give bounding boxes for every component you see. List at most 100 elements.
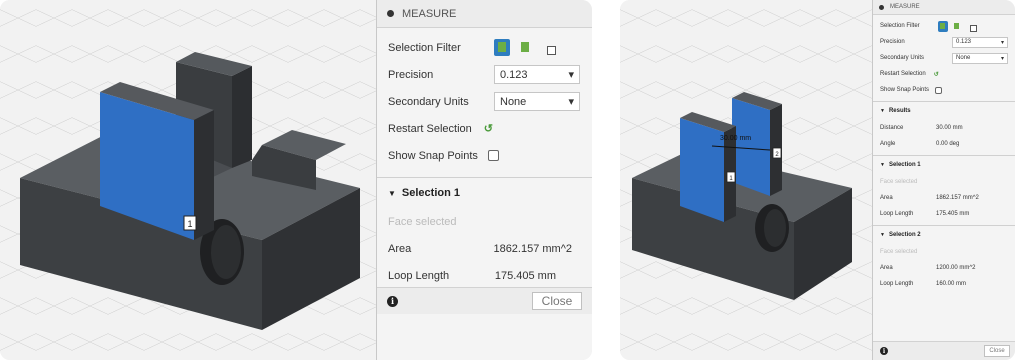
selection2-title: Selection 2 bbox=[888, 232, 921, 238]
precision-value: 0.123 bbox=[500, 68, 528, 81]
selection2-status-row: Face selected bbox=[873, 244, 1015, 260]
left-model-svg: 1 bbox=[20, 52, 360, 330]
selection2-loop-length-row: Loop Length 160.00 mm bbox=[873, 276, 1015, 292]
edge-filter-icon[interactable] bbox=[540, 39, 556, 56]
selection-filter-icons bbox=[934, 20, 977, 32]
collapse-triangle-icon: ▼ bbox=[880, 108, 885, 114]
loop-length-value: 160.00 mm bbox=[936, 281, 967, 287]
snap-points-checkbox[interactable] bbox=[487, 150, 499, 161]
dropdown-arrow-icon: ▾ bbox=[1000, 55, 1004, 62]
precision-value: 0.123 bbox=[956, 39, 972, 45]
panel-footer: i Close bbox=[377, 287, 592, 314]
restart-arrow-icon[interactable]: ↺ bbox=[934, 71, 939, 78]
area-label: Area bbox=[880, 195, 893, 201]
distance-label: Distance bbox=[880, 125, 904, 131]
precision-row: Precision 0.123 ▾ bbox=[377, 61, 592, 88]
dropdown-arrow-icon: ▾ bbox=[568, 69, 574, 81]
secondary-units-row: Secondary Units None ▾ bbox=[377, 88, 592, 115]
dropdown-arrow-icon: ▾ bbox=[1000, 39, 1004, 46]
measure-title-bar[interactable]: MEASURE bbox=[377, 0, 592, 28]
settings-dot-icon[interactable] bbox=[387, 10, 394, 17]
right-3d-viewport[interactable]: 30.00 mm 1 2 bbox=[620, 0, 872, 360]
secondary-units-select[interactable]: None ▾ bbox=[952, 52, 1008, 64]
secondary-units-value: None bbox=[956, 55, 971, 61]
distance-dimension-label: 30.00 mm bbox=[720, 135, 751, 142]
info-icon[interactable]: i bbox=[387, 295, 398, 307]
selection2-header[interactable]: ▼ Selection 2 bbox=[873, 226, 1015, 244]
secondary-units-row: Secondary Units None ▾ bbox=[873, 50, 1015, 66]
precision-label: Precision bbox=[880, 39, 905, 45]
selection1-loop-length-row: Loop Length 175.405 mm bbox=[873, 206, 1015, 222]
selection1-title: Selection 1 bbox=[888, 162, 921, 168]
selection1-status: Face selected bbox=[880, 179, 918, 185]
secondary-units-select[interactable]: None ▾ bbox=[494, 92, 580, 111]
secondary-units-label: Secondary Units bbox=[880, 55, 925, 61]
body-filter-icon[interactable] bbox=[937, 20, 948, 32]
area-row: Area 1862.157 mm^2 bbox=[377, 235, 592, 262]
panel-footer: i Close bbox=[873, 341, 1015, 360]
restart-selection-row: Restart Selection ↺ bbox=[873, 66, 1015, 82]
collapse-triangle-icon: ▼ bbox=[880, 162, 885, 168]
info-icon[interactable]: i bbox=[880, 347, 888, 355]
loop-length-label: Loop Length bbox=[388, 269, 450, 282]
area-value: 1862.157 mm^2 bbox=[936, 195, 979, 201]
selection-filter-row: Selection Filter bbox=[377, 34, 592, 61]
angle-label: Angle bbox=[880, 141, 896, 147]
selection1-title: Selection 1 bbox=[401, 187, 460, 199]
left-measure-panel: MEASURE Selection Filter Precision 0.123… bbox=[376, 0, 592, 360]
edge-filter-icon[interactable] bbox=[966, 21, 977, 32]
show-snap-points-label: Show Snap Points bbox=[388, 149, 478, 162]
snap-points-checkbox[interactable] bbox=[935, 86, 943, 94]
loop-length-row: Loop Length 175.405 mm bbox=[377, 262, 592, 289]
settings-dot-icon[interactable] bbox=[879, 4, 884, 10]
angle-value: 0.00 deg bbox=[936, 141, 960, 147]
selection-filter-row: Selection Filter bbox=[873, 18, 1015, 34]
precision-select[interactable]: 0.123 ▾ bbox=[952, 36, 1008, 48]
face-filter-icon[interactable] bbox=[517, 39, 533, 56]
precision-label: Precision bbox=[388, 68, 434, 81]
loop-length-value: 175.405 mm bbox=[936, 211, 970, 217]
precision-row: Precision 0.123 ▾ bbox=[873, 34, 1015, 50]
distance-row: Distance 30.00 mm bbox=[873, 120, 1015, 136]
selection2-status: Face selected bbox=[880, 249, 918, 255]
results-header[interactable]: ▼ Results bbox=[873, 102, 1015, 120]
show-snap-points-row: Show Snap Points bbox=[873, 82, 1015, 98]
restart-selection-row: Restart Selection ↺ bbox=[377, 115, 592, 142]
selected-face-1 bbox=[680, 118, 724, 222]
selection1-area-row: Area 1862.157 mm^2 bbox=[873, 190, 1015, 206]
hole-inner bbox=[764, 209, 786, 247]
selection1-status: Face selected bbox=[388, 215, 457, 228]
area-value: 1200.00 mm^2 bbox=[936, 265, 976, 271]
dropdown-arrow-icon: ▾ bbox=[568, 96, 574, 108]
precision-select[interactable]: 0.123 ▾ bbox=[494, 65, 580, 84]
loop-length-value: 175.405 mm bbox=[494, 269, 556, 282]
secondary-units-value: None bbox=[500, 95, 527, 108]
measure-title: MEASURE bbox=[402, 7, 457, 20]
loop-length-label: Loop Length bbox=[880, 281, 914, 287]
distance-value: 30.00 mm bbox=[936, 125, 963, 131]
body-filter-icon[interactable] bbox=[493, 39, 510, 56]
restart-arrow-icon[interactable]: ↺ bbox=[484, 122, 493, 135]
left-3d-viewport[interactable]: 1 bbox=[0, 0, 376, 360]
close-button[interactable]: Close bbox=[532, 292, 582, 310]
selection1-header[interactable]: ▼ Selection 1 bbox=[873, 156, 1015, 174]
selection1-status-row: Face selected bbox=[873, 174, 1015, 190]
selection1-header[interactable]: ▼ Selection 1 bbox=[377, 178, 592, 208]
area-label: Area bbox=[880, 265, 893, 271]
collapse-triangle-icon: ▼ bbox=[880, 232, 885, 238]
selection2-area-row: Area 1200.00 mm^2 bbox=[873, 260, 1015, 276]
selection1-status-row: Face selected bbox=[377, 208, 592, 235]
close-button[interactable]: Close bbox=[984, 345, 1010, 357]
results-title: Results bbox=[888, 108, 911, 114]
left-screenshot: 1 MEASURE Selection Filter Precision 0.1… bbox=[0, 0, 592, 360]
measure-title-bar[interactable]: MEASURE bbox=[873, 0, 1015, 15]
right-screenshot: 30.00 mm 1 2 MEASURE Selection Filter Pr… bbox=[620, 0, 1015, 360]
collapse-triangle-icon: ▼ bbox=[388, 188, 396, 198]
selected-face-2 bbox=[732, 98, 770, 196]
right-measure-panel: MEASURE Selection Filter Precision 0.123… bbox=[872, 0, 1015, 360]
face-filter-icon[interactable] bbox=[952, 21, 962, 32]
selection-filter-label: Selection Filter bbox=[880, 23, 920, 29]
restart-selection-label: Restart Selection bbox=[880, 71, 926, 77]
show-snap-points-row: Show Snap Points bbox=[377, 142, 592, 169]
back-fin-right-face bbox=[232, 66, 252, 168]
